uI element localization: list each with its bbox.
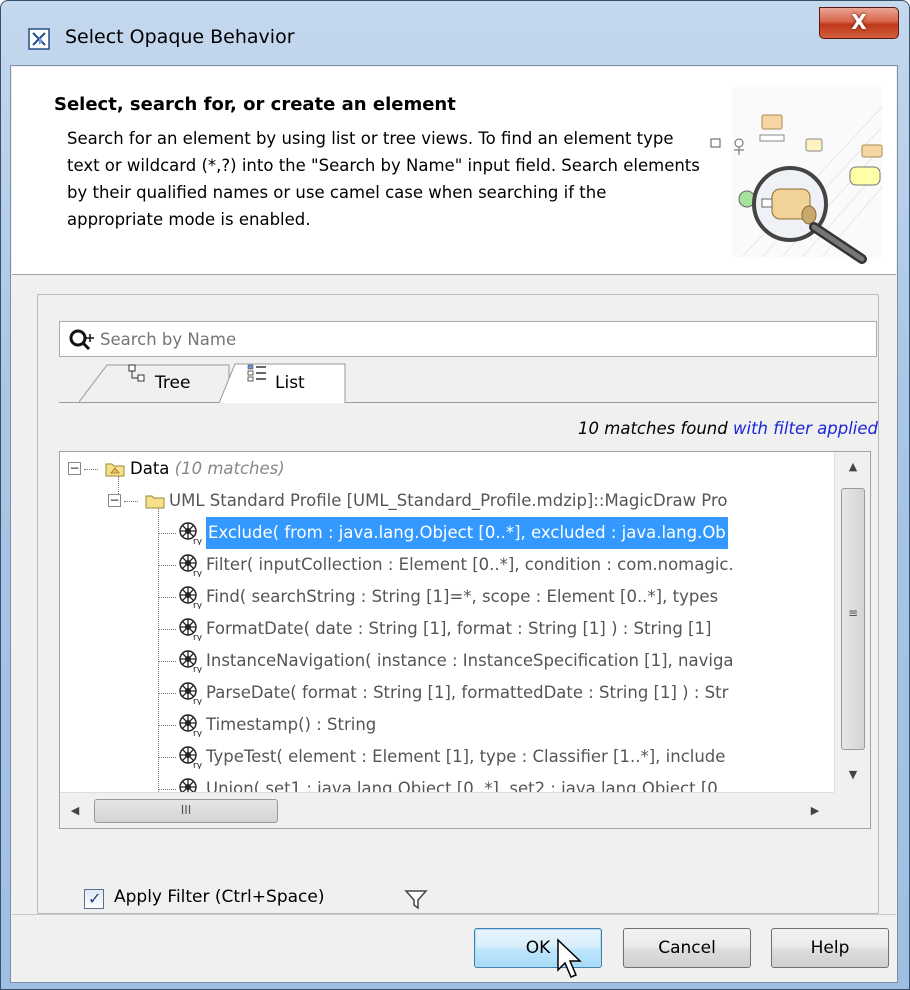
scroll-down-icon[interactable]: ▼ bbox=[835, 760, 870, 790]
scroll-right-icon[interactable]: ▶ bbox=[800, 793, 830, 828]
tab-tree[interactable]: Tree bbox=[79, 363, 237, 403]
svg-text:ry: ry bbox=[193, 633, 202, 641]
dialog-client-area: Select, search for, or create an element… bbox=[10, 65, 898, 983]
svg-text:ry: ry bbox=[193, 761, 202, 769]
opaque-behavior-icon: ry bbox=[179, 586, 202, 609]
horizontal-scrollbar[interactable]: ◀ III ▶ bbox=[60, 792, 834, 828]
match-count: 10 matches found bbox=[578, 419, 728, 438]
svg-text:ry: ry bbox=[193, 697, 202, 705]
close-icon: X bbox=[851, 10, 867, 34]
tree-connector bbox=[158, 597, 176, 598]
tab-list-label: List bbox=[275, 373, 305, 393]
root-node-match-count: (10 matches) bbox=[174, 459, 285, 478]
scrollbar-corner bbox=[834, 792, 870, 828]
mouse-pointer-icon bbox=[557, 938, 582, 978]
tree-connector bbox=[158, 757, 176, 758]
search-field[interactable] bbox=[59, 321, 877, 357]
tab-tree-label: Tree bbox=[155, 373, 191, 393]
dialog-app-icon bbox=[28, 28, 50, 50]
svg-text:ry: ry bbox=[193, 729, 202, 737]
opaque-behavior-icon: ry bbox=[179, 554, 202, 577]
header-panel: Select, search for, or create an element… bbox=[12, 67, 896, 275]
tree-connector bbox=[124, 501, 138, 502]
tree-connector bbox=[158, 506, 159, 796]
svg-text:ry: ry bbox=[193, 601, 202, 609]
filter-applied-link[interactable]: with filter applied bbox=[733, 419, 878, 438]
root-node-name: Data bbox=[130, 459, 170, 478]
folder-icon bbox=[145, 495, 165, 509]
search-magnifier-illustration bbox=[710, 87, 883, 264]
vertical-scroll-thumb[interactable]: ≡ bbox=[841, 488, 865, 750]
collapse-icon[interactable]: − bbox=[68, 462, 81, 475]
item-label: TypeTest( element : Element [1], type : … bbox=[206, 747, 726, 766]
opaque-behavior-icon: ry bbox=[179, 618, 202, 641]
tree-connector bbox=[158, 789, 176, 790]
scroll-grip-icon: ≡ bbox=[848, 606, 859, 620]
checkmark-icon: ✓ bbox=[88, 889, 102, 908]
item-label: Find( searchString : String [1]=*, scope… bbox=[206, 587, 719, 606]
list-view-icon bbox=[247, 364, 266, 382]
apply-filter-label: Apply Filter (Ctrl+Space) bbox=[114, 887, 325, 907]
search-icon[interactable] bbox=[68, 328, 96, 352]
header-description: Search for an element by using list or t… bbox=[67, 129, 700, 229]
tab-list[interactable]: List bbox=[219, 363, 349, 403]
opaque-behavior-icon: ry bbox=[179, 650, 202, 673]
results-tree[interactable]: − Data (10 matches) − UML Standard Profi… bbox=[59, 451, 871, 829]
tree-connector bbox=[158, 661, 176, 662]
close-button[interactable]: X bbox=[819, 7, 899, 39]
checkbox-box[interactable]: ✓ bbox=[84, 889, 104, 909]
item-label: ParseDate( format : String [1], formatte… bbox=[206, 683, 729, 702]
scroll-left-icon[interactable]: ◀ bbox=[60, 793, 90, 828]
search-input[interactable] bbox=[100, 325, 860, 353]
filter-funnel-icon[interactable] bbox=[404, 888, 428, 910]
svg-text:ry: ry bbox=[193, 665, 202, 673]
package-folder-icon bbox=[105, 463, 125, 477]
profile-node-label: UML Standard Profile [UML_Standard_Profi… bbox=[169, 491, 728, 510]
cancel-button[interactable]: Cancel bbox=[623, 928, 751, 968]
scroll-up-icon[interactable]: ▲ bbox=[835, 452, 870, 482]
tree-view-icon bbox=[128, 364, 145, 382]
footer-separator bbox=[12, 914, 896, 915]
match-info: 10 matches found with filter applied bbox=[498, 419, 878, 438]
opaque-behavior-icon: ry bbox=[179, 682, 202, 705]
tree-connector bbox=[84, 469, 98, 470]
tree-connector bbox=[158, 725, 176, 726]
opaque-behavior-icon: ry bbox=[179, 522, 202, 545]
title-bar[interactable]: Select Opaque Behavior X bbox=[1, 1, 909, 65]
selected-item-label: Exclude( from : java.lang.Object [0..*],… bbox=[206, 517, 728, 549]
tree-connector bbox=[158, 693, 176, 694]
view-tabs: Tree List bbox=[59, 363, 877, 403]
svg-text:ry: ry bbox=[193, 537, 202, 545]
opaque-behavior-icon: ry bbox=[179, 746, 202, 769]
tree-connector bbox=[158, 533, 176, 534]
header-title: Select, search for, or create an element bbox=[54, 94, 456, 115]
item-label: Timestamp() : String bbox=[206, 715, 377, 734]
dialog-window: Select Opaque Behavior X Select, search … bbox=[0, 0, 910, 990]
item-label: FormatDate( date : String [1], format : … bbox=[206, 619, 712, 638]
collapse-icon[interactable]: − bbox=[108, 494, 121, 507]
horizontal-scroll-thumb[interactable]: III bbox=[94, 799, 278, 823]
vertical-scrollbar[interactable]: ▲ ≡ ▼ bbox=[834, 452, 870, 792]
element-selection-group: Tree List 10 matches found bbox=[37, 294, 879, 914]
item-label: Filter( inputCollection : Element [0..*]… bbox=[206, 555, 734, 574]
tree-root-label: Data (10 matches) bbox=[130, 453, 285, 485]
item-label: InstanceNavigation( instance : InstanceS… bbox=[206, 651, 734, 670]
tree-connector bbox=[158, 629, 176, 630]
window-title: Select Opaque Behavior bbox=[65, 26, 295, 48]
help-button[interactable]: Help bbox=[771, 928, 889, 968]
tree-connector bbox=[158, 565, 176, 566]
svg-text:ry: ry bbox=[193, 569, 202, 577]
opaque-behavior-icon: ry bbox=[179, 714, 202, 737]
